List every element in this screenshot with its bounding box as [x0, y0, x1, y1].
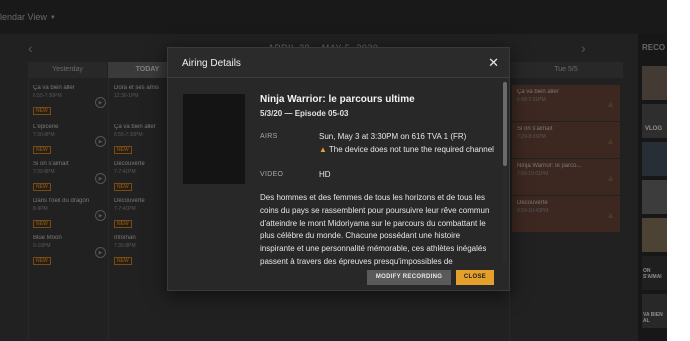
episode-subtitle: 5/3/20 — Episode 05-03 [260, 109, 349, 118]
close-icon[interactable]: ✕ [488, 55, 499, 71]
dialog-scrollbar-thumb[interactable] [503, 82, 507, 166]
modify-recording-button[interactable]: MODIFY RECORDING [367, 270, 451, 285]
episode-poster [183, 94, 245, 184]
episode-description: Des hommes et des femmes de tous les hor… [260, 193, 490, 266]
close-button[interactable]: CLOSE [456, 270, 494, 285]
dialog-title: Airing Details [182, 58, 241, 69]
episode-title: Ninja Warrior: le parcours ultime [260, 94, 415, 105]
airs-label: AIRS [260, 133, 278, 140]
airs-value: Sun, May 3 at 3:30PM on 616 TVA 1 (FR) [319, 132, 467, 141]
tuner-warning: ▲ The device does not tune the required c… [319, 144, 499, 156]
page-edge [667, 0, 690, 341]
video-label: VIDEO [260, 171, 284, 178]
dialog-header: Airing Details ✕ [168, 48, 509, 78]
warning-icon: ▲ [319, 145, 327, 154]
app-root: lendar View▼ ‹ APRIL 29 – MAY 5, 2020 › … [0, 0, 690, 341]
video-value: HD [319, 170, 331, 179]
plex-dvr-window: lendar View▼ ‹ APRIL 29 – MAY 5, 2020 › … [0, 0, 667, 341]
airing-details-dialog: Airing Details ✕ Ninja Warrior: le parco… [167, 47, 510, 291]
warning-text: The device does not tune the required ch… [328, 145, 494, 154]
